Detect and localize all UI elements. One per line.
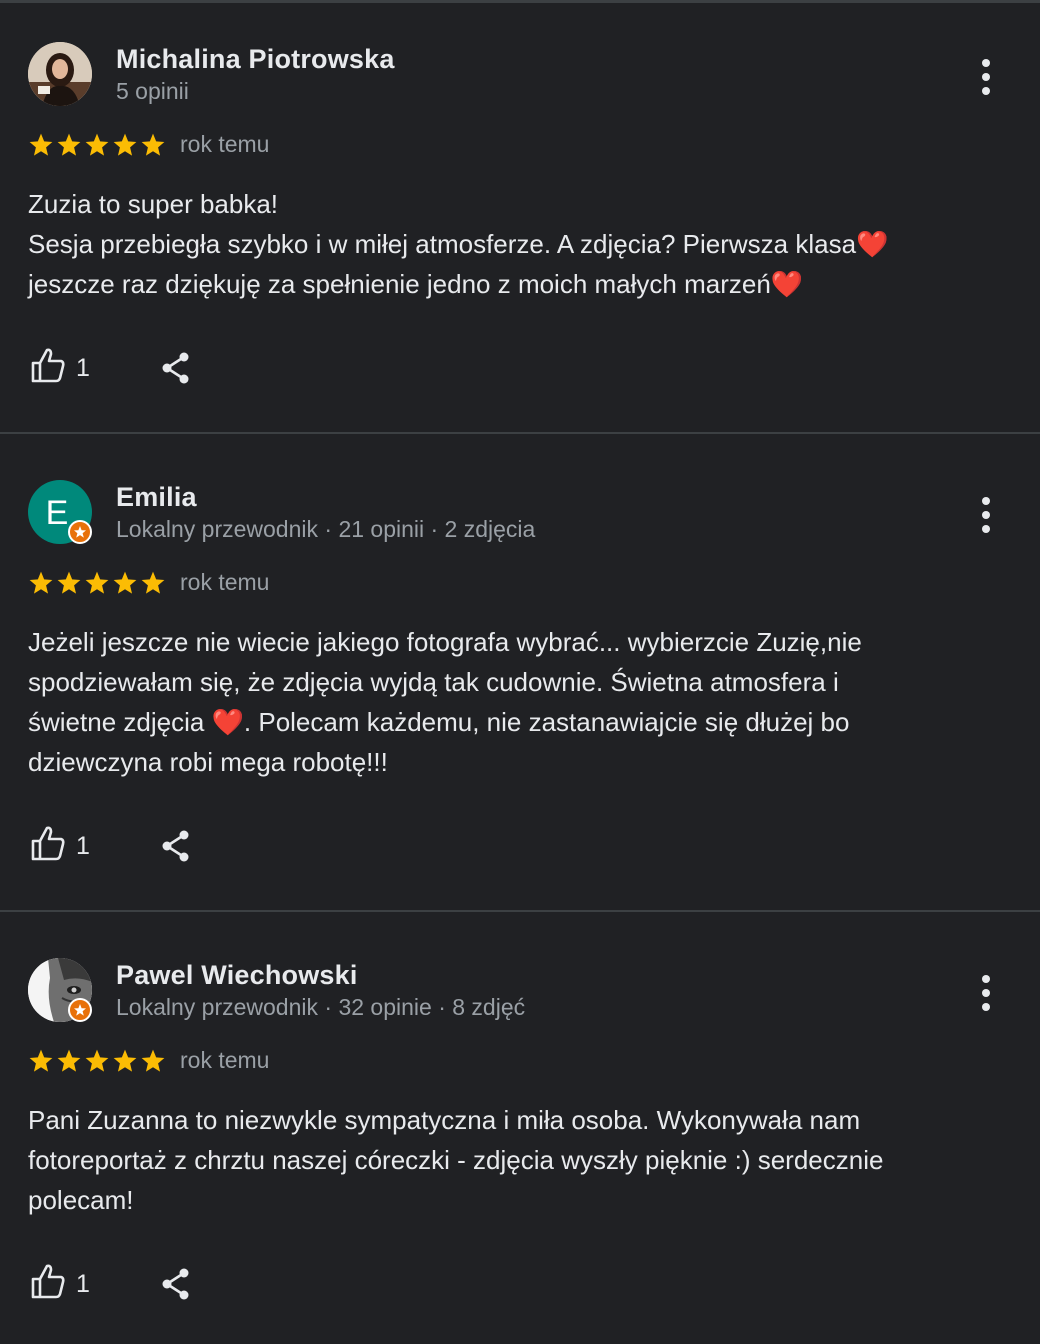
share-icon[interactable]	[158, 350, 194, 386]
reviewer-name[interactable]: Emilia	[116, 482, 197, 513]
star-icon	[113, 571, 137, 594]
more-options-button[interactable]	[970, 55, 1002, 99]
review-divider	[0, 910, 1040, 912]
more-options-button[interactable]	[970, 971, 1002, 1015]
reviewer-meta: Lokalny przewodnik · 32 opinie · 8 zdjęć	[116, 994, 526, 1020]
review-time: rok temu	[180, 1047, 270, 1073]
local-guide-badge-icon	[68, 520, 92, 544]
star-rating	[28, 570, 166, 596]
share-icon[interactable]	[158, 1266, 194, 1302]
more-options-button[interactable]	[970, 493, 1002, 537]
thumbs-up-icon[interactable]	[28, 824, 68, 864]
share-icon[interactable]	[158, 828, 194, 864]
reviewer-name[interactable]: Pawel Wiechowski	[116, 960, 358, 991]
star-icon	[57, 133, 81, 156]
star-icon	[141, 1049, 165, 1072]
star-icon	[85, 133, 109, 156]
review-time: rok temu	[180, 569, 270, 595]
star-rating	[28, 132, 166, 158]
like-count: 1	[76, 832, 90, 860]
star-icon	[113, 1049, 137, 1072]
star-icon	[113, 133, 137, 156]
review-divider	[0, 432, 1040, 434]
review-text: Pani Zuzanna to niezwykle sympatyczna i …	[28, 1105, 884, 1215]
avatar-photo-icon	[28, 42, 92, 106]
reviewer-avatar[interactable]: E	[28, 480, 92, 544]
star-icon	[85, 1049, 109, 1072]
reviewer-avatar[interactable]	[28, 42, 92, 106]
like-count: 1	[76, 1270, 90, 1298]
avatar-letter: E	[45, 493, 69, 532]
review-text: Zuzia to super babka! Sesja przebiegła s…	[28, 189, 889, 299]
review-text: Jeżeli jeszcze nie wiecie jakiego fotogr…	[28, 627, 862, 777]
star-icon	[57, 571, 81, 594]
star-icon	[141, 133, 165, 156]
reviewer-meta: Lokalny przewodnik · 21 opinii · 2 zdjęc…	[116, 516, 536, 542]
reviewer-name[interactable]: Michalina Piotrowska	[116, 44, 395, 75]
star-rating	[28, 1048, 166, 1074]
top-divider	[0, 0, 1040, 3]
star-icon	[85, 571, 109, 594]
thumbs-up-icon[interactable]	[28, 346, 68, 386]
local-guide-badge-icon	[68, 998, 92, 1022]
star-icon	[29, 133, 53, 156]
review-time: rok temu	[180, 131, 270, 157]
reviewer-avatar[interactable]	[28, 958, 92, 1022]
star-icon	[141, 571, 165, 594]
like-count: 1	[76, 354, 90, 382]
star-icon	[29, 571, 53, 594]
reviewer-meta: 5 opinii	[116, 78, 189, 104]
star-icon	[57, 1049, 81, 1072]
thumbs-up-icon[interactable]	[28, 1262, 68, 1302]
star-icon	[29, 1049, 53, 1072]
